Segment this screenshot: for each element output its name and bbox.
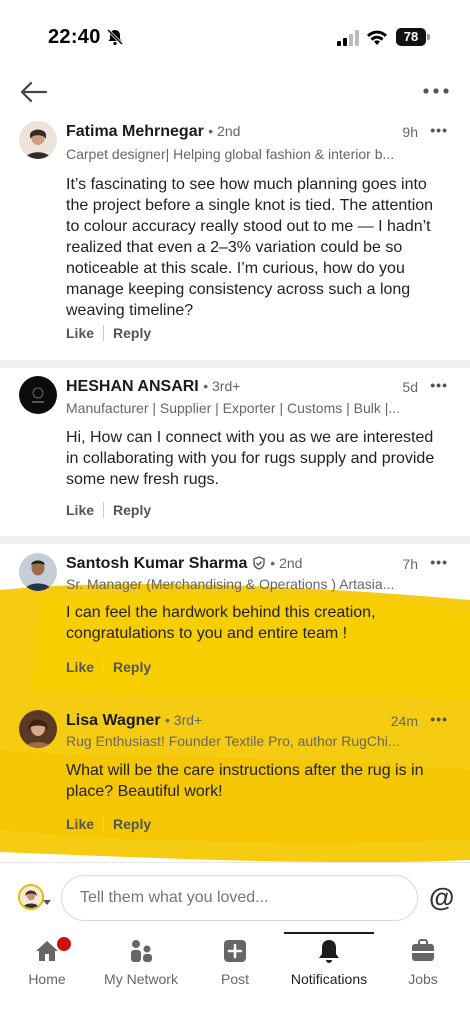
tab-label: Post: [220, 971, 249, 987]
comment-body: What will be the care instructions after…: [66, 762, 424, 800]
connection-degree: • 2nd: [270, 555, 303, 571]
post-icon: [224, 940, 246, 962]
commenter-name[interactable]: Fatima Mehrnegar • 2nd: [66, 123, 240, 141]
tab-label: Jobs: [408, 971, 438, 987]
comment-body: It’s fascinating to see how much plannin…: [66, 176, 434, 319]
signal-icon: [337, 30, 359, 46]
comment-more-icon[interactable]: •••: [430, 377, 448, 393]
comment-input[interactable]: [61, 875, 418, 921]
commenter-name[interactable]: Lisa Wagner • 3rd+: [66, 712, 202, 730]
notification-badge: [55, 935, 73, 953]
wifi-icon: [367, 30, 387, 45]
comment-divider: [0, 360, 470, 368]
my-avatar[interactable]: [18, 884, 44, 910]
bell-icon: [319, 940, 339, 963]
status-time: 22:40: [48, 26, 101, 48]
verified-icon: [253, 556, 265, 570]
chevron-down-icon[interactable]: [43, 900, 51, 905]
tab-my-network[interactable]: My Network: [96, 938, 186, 987]
comment-more-icon[interactable]: •••: [430, 711, 448, 727]
commenter-headline: Manufacturer | Supplier | Exporter | Cus…: [66, 400, 401, 416]
comment-more-icon[interactable]: •••: [430, 122, 448, 138]
battery-tip: [427, 34, 430, 40]
commenter-name[interactable]: Santosh Kumar Sharma • 2nd: [66, 555, 302, 573]
comment-more-icon[interactable]: •••: [430, 554, 448, 570]
connection-degree: • 2nd: [208, 123, 241, 139]
reply-button[interactable]: Reply: [113, 325, 151, 341]
comment-time: 7h: [402, 556, 418, 572]
commenter-headline: Rug Enthusiast! Founder Textile Pro, aut…: [66, 733, 400, 749]
like-button[interactable]: Like: [66, 816, 94, 832]
avatar[interactable]: [19, 376, 57, 414]
connection-degree: • 3rd+: [165, 712, 203, 728]
like-button[interactable]: Like: [66, 325, 94, 341]
commenter-name[interactable]: HESHAN ANSARI • 3rd+: [66, 378, 240, 396]
comment-divider: [0, 536, 470, 544]
like-button[interactable]: Like: [66, 659, 94, 675]
more-options-icon[interactable]: [422, 86, 450, 96]
action-divider: [103, 325, 105, 341]
comment-actions: Like Reply: [66, 502, 151, 518]
avatar[interactable]: [19, 710, 57, 748]
commenter-headline: Carpet designer| Helping global fashion …: [66, 146, 395, 162]
comment-body: I can feel the hardwork behind this crea…: [66, 604, 376, 642]
tab-label: Notifications: [290, 971, 368, 987]
comment-time: 9h: [402, 124, 418, 140]
action-divider: [103, 659, 105, 675]
like-button[interactable]: Like: [66, 502, 94, 518]
briefcase-icon: [412, 939, 434, 961]
connection-degree: • 3rd+: [203, 378, 241, 394]
action-divider: [103, 816, 105, 832]
network-icon: [131, 940, 152, 962]
tab-label: My Network: [104, 971, 178, 987]
active-tab-indicator: [284, 932, 374, 934]
tab-label: Home: [28, 971, 66, 987]
comment-time: 24m: [390, 713, 418, 729]
reply-button[interactable]: Reply: [113, 502, 151, 518]
reply-button[interactable]: Reply: [113, 816, 151, 832]
commenter-headline: Sr. Manager (Merchandising & Operations …: [66, 576, 395, 592]
action-divider: [103, 502, 105, 518]
tab-jobs[interactable]: Jobs: [398, 938, 448, 987]
tab-notifications[interactable]: Notifications: [284, 938, 374, 987]
comment-actions: Like Reply: [66, 816, 151, 832]
comment-time: 5d: [402, 379, 418, 395]
bell-slash-icon: [106, 28, 124, 46]
avatar[interactable]: [19, 553, 57, 591]
reply-button[interactable]: Reply: [113, 659, 151, 675]
tab-post[interactable]: Post: [210, 938, 260, 987]
back-arrow-icon[interactable]: [18, 78, 48, 106]
avatar[interactable]: [19, 121, 57, 159]
mention-icon[interactable]: @: [429, 882, 454, 913]
battery-indicator: 78: [396, 28, 426, 46]
comment-body: Hi, How can I connect with you as we are…: [66, 429, 435, 488]
comment-actions: Like Reply: [66, 659, 151, 675]
comment-actions: Like Reply: [66, 325, 151, 341]
status-bar: 22:40 78: [0, 0, 470, 72]
